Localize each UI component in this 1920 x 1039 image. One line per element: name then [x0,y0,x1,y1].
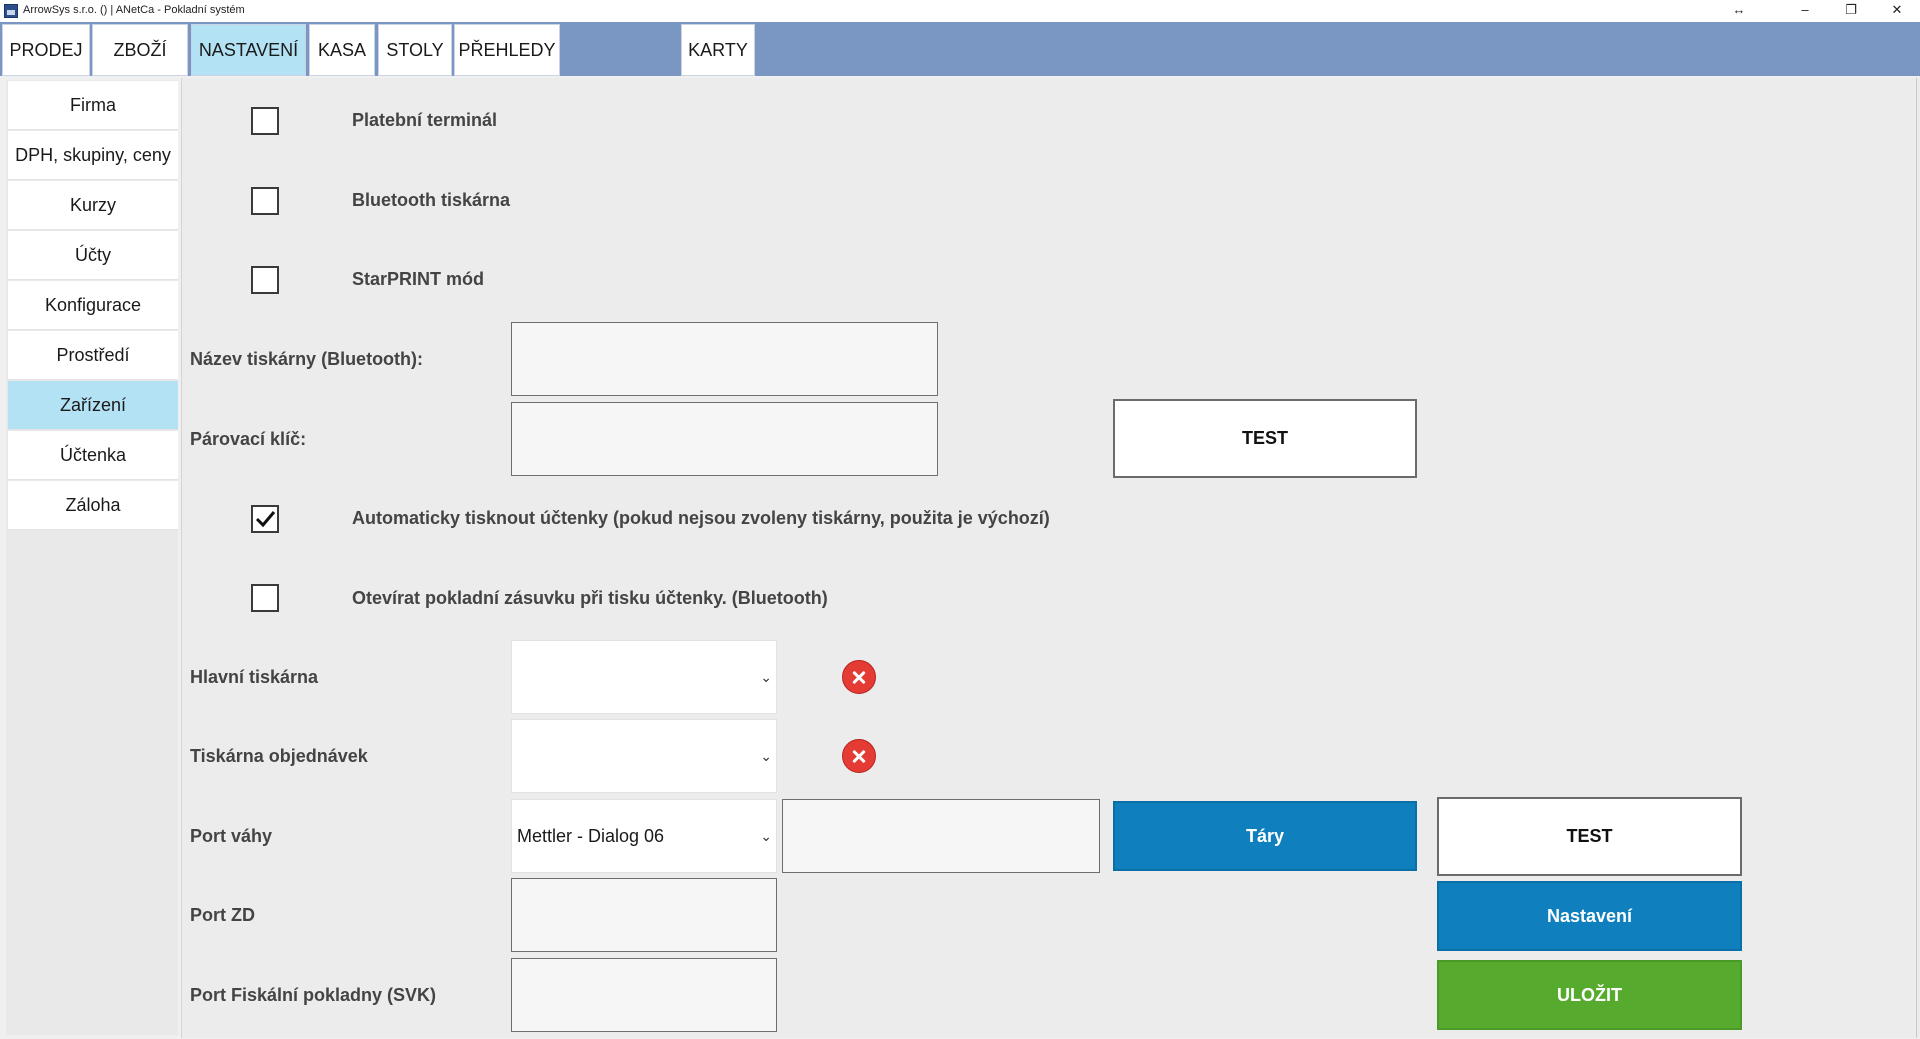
sidebar-item-dph[interactable]: DPH, skupiny, ceny [8,131,178,180]
sidebar-item-uctenka[interactable]: Účtenka [8,431,178,480]
clear-order-printer-icon[interactable] [842,739,876,773]
bluetooth-printer-label: Bluetooth tiskárna [352,190,511,210]
sidebar-item-kurzy[interactable]: Kurzy [8,181,178,230]
scrollbar-track [1916,78,1917,1038]
sidebar-item-zaloha[interactable]: Záloha [8,481,178,530]
scale-port-input[interactable] [782,799,1100,873]
sidebar-item-prostredi[interactable]: Prostředí [8,331,178,380]
tab-zbozi[interactable]: ZBOŽÍ [92,24,188,76]
tab-prehledy[interactable]: PŘEHLEDY [454,24,560,76]
starprint-mode-label: StarPRINT mód [352,269,485,289]
tab-karty[interactable]: KARTY [681,24,755,76]
maximize-button[interactable]: ❐ [1828,0,1874,22]
app-icon [4,4,18,18]
sidebar-item-ucty[interactable]: Účty [8,231,178,280]
settings-button[interactable]: Nastavení [1437,881,1742,951]
clear-main-printer-icon[interactable] [842,660,876,694]
minimize-button[interactable]: – [1782,0,1828,22]
sidebar-item-firma[interactable]: Firma [8,81,178,130]
chevron-down-icon: ⌄ [760,748,772,764]
fiscal-port-label: Port Fiskální pokladny (SVK) [190,985,437,1005]
chevron-down-icon: ⌄ [760,669,772,685]
zd-port-input[interactable] [511,878,777,952]
title-bar: ArrowSys s.r.o. () | ANetCa - Pokladní s… [0,0,1920,22]
close-button[interactable]: ✕ [1874,0,1920,22]
scale-port-value: Mettler - Dialog 06 [517,826,665,846]
printer-name-input[interactable] [511,322,938,396]
scale-port-label: Port váhy [190,826,273,846]
printer-name-label: Název tiskárny (Bluetooth): [190,349,424,369]
tab-kasa[interactable]: KASA [309,24,375,76]
tab-nastaveni[interactable]: NASTAVENÍ [191,24,306,76]
sidebar-item-zarizeni[interactable]: Zařízení [8,381,178,430]
save-button[interactable]: ULOŽIT [1437,960,1742,1030]
order-printer-select[interactable]: ⌄ [511,719,777,793]
payment-terminal-label: Platební terminál [352,110,498,130]
tab-prodej[interactable]: PRODEJ [2,24,90,76]
bluetooth-printer-checkbox[interactable] [251,187,279,215]
main-printer-label: Hlavní tiskárna [190,667,319,687]
window-title: ArrowSys s.r.o. () | ANetCa - Pokladní s… [23,4,245,16]
main-printer-select[interactable]: ⌄ [511,640,777,714]
fiscal-port-input[interactable] [511,958,777,1032]
payment-terminal-checkbox[interactable] [251,107,279,135]
scale-test-button[interactable]: TEST [1437,797,1742,876]
open-drawer-checkbox[interactable] [251,584,279,612]
auto-print-label: Automaticky tisknout účtenky (pokud nejs… [352,508,1050,528]
bluetooth-test-button[interactable]: TEST [1113,399,1417,478]
pairing-key-input[interactable] [511,402,938,476]
starprint-mode-checkbox[interactable] [251,266,279,294]
tare-button[interactable]: Táry [1113,801,1417,871]
chevron-down-icon: ⌄ [760,828,772,844]
order-printer-label: Tiskárna objednávek [190,746,368,766]
checkmark-icon [255,511,276,528]
scale-port-select[interactable]: Mettler - Dialog 06 ⌄ [511,799,777,873]
tab-stoly[interactable]: STOLY [378,24,452,76]
resize-icon[interactable]: ↔ [1716,0,1762,22]
auto-print-checkbox[interactable] [251,505,279,533]
open-drawer-label: Otevírat pokladní zásuvku při tisku účte… [352,588,828,608]
zd-port-label: Port ZD [190,905,255,925]
sidebar-item-konfigurace[interactable]: Konfigurace [8,281,178,330]
pairing-key-label: Párovací klíč: [190,429,307,449]
